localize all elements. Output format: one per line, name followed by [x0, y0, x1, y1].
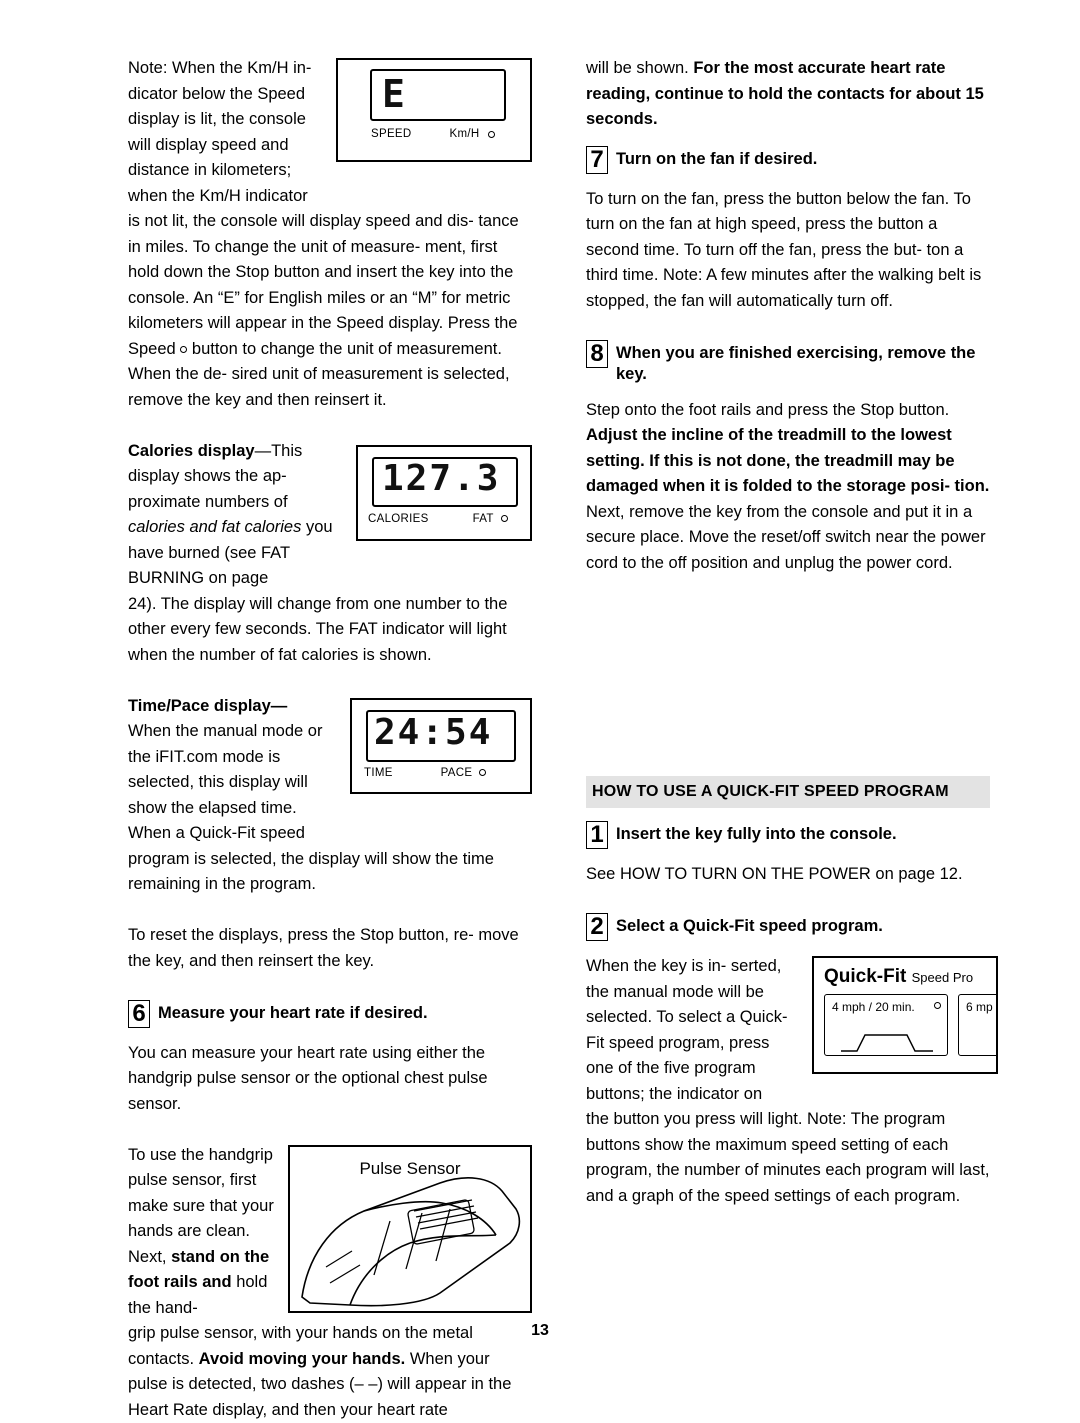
quickfit-button-1-label: 4 mph / 20 min.	[832, 1000, 915, 1014]
quickfit-step-1-title: Insert the key fully into the console.	[616, 825, 897, 843]
quickfit-step-2: 2 Select a Quick-Fit speed program.	[586, 913, 990, 941]
section-header-quickfit: HOW TO USE A QUICK-FIT SPEED PROGRAM	[586, 776, 990, 808]
calories-text-3: 24). The display will change from one nu…	[128, 594, 508, 664]
fat-label: FAT	[472, 512, 494, 525]
timepace-display-figure: 24:54 TIME PACE	[350, 697, 532, 794]
speed-button-icon	[180, 345, 188, 353]
page-number: 13	[531, 1322, 549, 1339]
right-column: will be shown. For the most accurate hea…	[586, 56, 998, 1209]
continued-text: will be shown.	[586, 59, 689, 77]
quickfit-brand-label: Quick-Fit	[824, 966, 907, 987]
continued-paragraph: will be shown. For the most accurate hea…	[586, 56, 990, 133]
quickfit-sub-label: Speed Pro	[911, 970, 974, 985]
pulse-sensor-figure: Pulse Sensor	[288, 1144, 532, 1313]
note-paragraph-2: is not lit, the console will display spe…	[128, 209, 532, 413]
step-6-bold-3: Avoid moving your hands.	[198, 1349, 406, 1368]
step-8-text-2: Next, remove the key from the console an…	[586, 502, 986, 572]
step-6-number: 6	[128, 999, 150, 1028]
calories-heading: Calories display	[128, 441, 255, 460]
speed-label: SPEED	[371, 128, 412, 140]
step-8: 8 When you are finished exercising, remo…	[586, 339, 990, 385]
quickfit-step-2-title: Select a Quick-Fit speed program.	[616, 917, 883, 935]
quickfit-step-2-number: 2	[586, 913, 608, 941]
calories-segment-value: 127.3	[382, 457, 501, 499]
quickfit-button-1-speed-graph	[841, 1034, 933, 1052]
step-6-text-1: You can measure your heart rate using ei…	[128, 1043, 488, 1113]
quickfit-step-1: 1 Insert the key fully into the console.	[586, 821, 990, 849]
pace-indicator-icon	[479, 769, 487, 776]
step-7: 7 Turn on the fan if desired.	[586, 145, 990, 174]
step-6-title: Measure your heart rate if desired.	[158, 1003, 428, 1022]
quickfit-step-1-text: See HOW TO TURN ON THE POWER on page 12.	[586, 865, 963, 883]
timepace-text-1: When the manual mode or the iFIT.com mod…	[128, 722, 323, 842]
left-column: E SPEED Km/H Note: When the Km/H in- dic…	[128, 56, 532, 1423]
timepace-heading: Time/Pace display—	[128, 696, 288, 715]
step-8-paragraph-2: Adjust the incline of the treadmill to t…	[586, 423, 990, 576]
step-6-bold-1: stand on the	[171, 1247, 270, 1266]
quickfit-program-button-1[interactable]: 4 mph / 20 min.	[824, 994, 948, 1056]
fat-indicator-icon	[500, 515, 508, 522]
step-8-title: When you are finished exercising, remove…	[616, 343, 976, 383]
calories-text-1: display shows the ap- proximate numbers …	[128, 467, 288, 511]
timepace-text-2: program is selected, the display will sh…	[128, 849, 494, 894]
calories-text-italic: calories and fat calories	[128, 518, 302, 536]
step-7-number: 7	[586, 145, 608, 174]
time-label: TIME	[364, 766, 393, 779]
speed-display-figure: E SPEED Km/H	[336, 58, 532, 162]
speed-figure-labels: SPEED Km/H	[344, 128, 528, 140]
pace-label: PACE	[440, 766, 473, 779]
kmh-label: Km/H	[449, 128, 480, 140]
quickfit-console-figure: Quick-Fit Speed Pro 4 mph / 20 min. 6 mp	[812, 956, 998, 1074]
reset-paragraph: To reset the displays, press the Stop bu…	[128, 926, 519, 970]
timepace-segment-value: 24:54	[374, 711, 493, 753]
quickfit-step-2-text-2: the button you press will light. Note: T…	[586, 1110, 990, 1205]
calories-label: CALORIES	[368, 512, 429, 525]
step-8-text-1: Step onto the foot rails and press the S…	[586, 400, 950, 419]
step-8-bold: Adjust the incline of the treadmill to t…	[586, 426, 990, 495]
manual-page: E SPEED Km/H Note: When the Km/H in- dic…	[0, 0, 1080, 1419]
quickfit-figure-title: Quick-Fit Speed Pro	[824, 966, 973, 988]
calories-figure-labels: CALORIES FAT	[368, 513, 528, 525]
step-6-bold-2: foot rails and	[128, 1273, 232, 1291]
quickfit-button-1-indicator-icon	[934, 1002, 941, 1009]
step-7-text: To turn on the fan, press the button bel…	[586, 189, 982, 310]
note-paragraph-2-text: is not lit, the console will display spe…	[128, 212, 519, 358]
quickfit-step-1-number: 1	[586, 821, 608, 849]
timepace-figure-labels: TIME PACE	[364, 767, 528, 779]
pulse-sensor-caption: Pulse Sensor	[359, 1158, 461, 1178]
speed-segment-value: E	[382, 72, 407, 116]
quickfit-program-button-2[interactable]: 6 mp	[958, 994, 996, 1056]
step-8-number: 8	[586, 339, 608, 368]
step-6: 6 Measure your heart rate if desired.	[128, 999, 532, 1028]
step-7-title: Turn on the fan if desired.	[616, 149, 818, 168]
calories-display-figure: 127.3 CALORIES FAT	[356, 444, 532, 541]
kmh-indicator-icon	[488, 130, 496, 138]
calories-heading-dash: —This	[254, 441, 303, 460]
quickfit-button-2-label: 6 mp	[966, 1000, 993, 1014]
